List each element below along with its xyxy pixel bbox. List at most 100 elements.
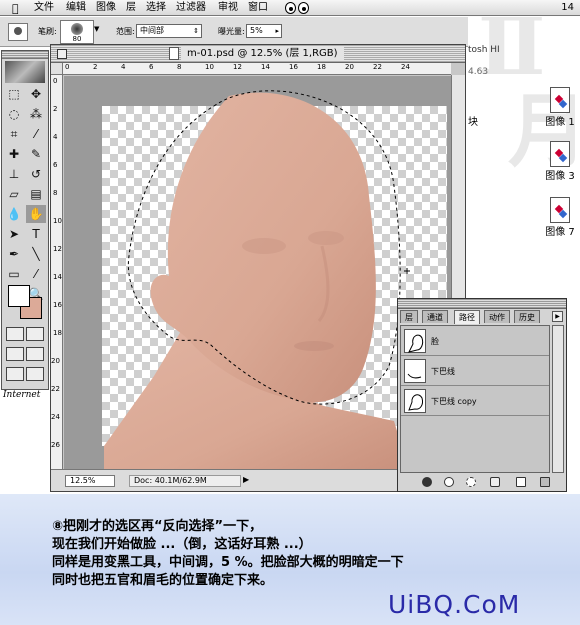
ruler-tick-label: 2 — [93, 63, 98, 71]
path-name: 脸 — [431, 337, 439, 346]
ruler-horizontal[interactable]: 0 2 4 6 8 10 12 14 16 18 20 22 24 — [63, 63, 451, 75]
ruler-tick-label: 16 — [53, 301, 62, 309]
menu-view[interactable]: 审视 — [218, 0, 238, 16]
background-text-tosh: tosh HI — [468, 45, 500, 55]
ruler-tick-label: 12 — [233, 63, 242, 71]
menu-select[interactable]: 选择 — [146, 0, 166, 16]
desktop-icon-image-3[interactable]: 图像 3 — [540, 141, 580, 182]
ruler-tick-label: 10 — [53, 217, 62, 225]
trash-icon[interactable] — [540, 477, 550, 487]
desktop-icon-image-1[interactable]: 图像 1 — [540, 87, 580, 128]
stamp-tool-icon[interactable]: ⊥ — [4, 165, 24, 183]
palette-scrollbar[interactable] — [552, 325, 564, 473]
ruler-tick-label: 2 — [53, 105, 58, 113]
tab-layers[interactable]: 层 — [400, 310, 418, 323]
marquee-tool-icon[interactable]: ⬚ — [4, 85, 24, 103]
blur-tool-icon[interactable]: 💧 — [4, 205, 24, 223]
standard-mode-icon[interactable] — [6, 327, 24, 341]
brush-picker[interactable]: 80 — [60, 20, 94, 44]
load-selection-icon[interactable] — [466, 477, 476, 487]
ruler-tick-label: 22 — [373, 63, 382, 71]
ruler-tick-label: 14 — [53, 273, 62, 281]
menu-window[interactable]: 窗口 — [248, 0, 268, 16]
shape-tool-icon[interactable]: ╲ — [26, 245, 46, 263]
range-label: 范围: — [116, 27, 135, 36]
fill-path-icon[interactable] — [422, 477, 432, 487]
desktop-icon-image-7[interactable]: 图像 7 — [540, 197, 580, 238]
tab-history[interactable]: 历史 — [514, 310, 540, 323]
menu-image[interactable]: 图像 — [96, 0, 116, 16]
lasso-tool-icon[interactable]: ◌ — [4, 105, 24, 123]
stroke-path-icon[interactable] — [444, 477, 454, 487]
make-work-path-icon[interactable] — [490, 477, 500, 487]
notes-tool-icon[interactable]: ▭ — [4, 265, 24, 283]
caption-line: ⑧把刚才的选区再“反向选择”一下， — [52, 519, 263, 534]
ruler-tick-label: 6 — [149, 63, 154, 71]
document-titlebar[interactable]: m-01.psd @ 12.5% (层 1,RGB) — [51, 45, 465, 63]
ruler-tick-label: 20 — [51, 357, 60, 365]
photoshop-logo[interactable] — [5, 61, 45, 83]
paths-palette: 层 通道 路径 动作 历史 ▶ 脸 下巴线 下巴线 copy — [397, 298, 567, 492]
tool-preset-icon[interactable] — [8, 23, 28, 41]
pen-tool-icon[interactable]: ✒ — [4, 245, 24, 263]
path-select-icon[interactable]: ➤ — [4, 225, 24, 243]
path-row[interactable]: 脸 — [401, 326, 549, 356]
menubar:  文件 编辑 图像 层 选择 过滤器 审视 窗口 14 — [0, 0, 580, 16]
eraser-tool-icon[interactable]: ▱ — [4, 185, 24, 203]
screen-mode-black-icon[interactable] — [6, 367, 24, 381]
doc-info[interactable]: Doc: 40.1M/62.9M — [129, 475, 241, 487]
ruler-tick-label: 22 — [51, 385, 60, 393]
ruler-tick-label: 14 — [261, 63, 270, 71]
gradient-tool-icon[interactable]: ▤ — [26, 185, 46, 203]
type-tool-icon[interactable]: T — [26, 225, 46, 243]
canvas-area[interactable] — [64, 76, 451, 471]
menu-filter[interactable]: 过滤器 — [176, 0, 206, 16]
desktop-background: Ⅱ 月 tosh HI 4.63 块 图像 1 图像 3 图像 7 — [468, 17, 580, 297]
palette-menu-icon[interactable]: ▶ — [552, 311, 563, 322]
menu-file[interactable]: 文件 — [34, 0, 54, 16]
eyes-icon — [285, 2, 311, 14]
apple-menu-icon[interactable]:  — [12, 1, 19, 17]
history-brush-icon[interactable]: ↺ — [26, 165, 46, 183]
jump-to-imageready-icon[interactable] — [26, 367, 44, 381]
toolbox-titlebar[interactable] — [2, 51, 48, 59]
brush-tool-icon[interactable]: ✎ — [26, 145, 46, 163]
range-select[interactable]: 中间部 ⇕ — [136, 24, 202, 38]
ruler-tick-label: 10 — [205, 63, 214, 71]
tab-channels[interactable]: 通道 — [422, 310, 448, 323]
document-icon — [169, 47, 179, 60]
palette-titlebar[interactable] — [398, 299, 566, 309]
path-row[interactable]: 下巴线 — [401, 356, 549, 386]
quickmask-mode-icon[interactable] — [26, 327, 44, 341]
magic-wand-icon[interactable]: ⁂ — [26, 105, 46, 123]
foreground-color-swatch[interactable] — [8, 285, 30, 307]
healing-brush-icon[interactable]: ✚ — [4, 145, 24, 163]
ruler-origin[interactable] — [51, 63, 63, 75]
options-bar: 笔刷: 80 ▼ 范围: 中间部 ⇕ 曝光量: 5% ▸ — [0, 17, 470, 47]
desktop-icon-label: 图像 7 — [545, 227, 575, 238]
screen-mode-standard-icon[interactable] — [6, 347, 24, 361]
close-icon[interactable] — [57, 49, 67, 59]
zoom-field[interactable]: 12.5% — [65, 475, 115, 487]
slice-tool-icon[interactable]: ⁄ — [26, 125, 46, 143]
tab-actions[interactable]: 动作 — [484, 310, 510, 323]
screen-mode-full-icon[interactable] — [26, 347, 44, 361]
menu-edit[interactable]: 编辑 — [66, 0, 86, 16]
document-title: m-01.psd @ 12.5% (层 1,RGB) — [181, 47, 344, 61]
burn-tool-icon[interactable]: ✋ — [26, 205, 46, 223]
range-arrows-icon: ⇕ — [193, 27, 199, 35]
brush-dropdown-icon[interactable]: ▼ — [94, 25, 99, 33]
brush-tip-icon — [71, 23, 83, 35]
path-row[interactable]: 下巴线 copy — [401, 386, 549, 416]
menu-layer[interactable]: 层 — [126, 0, 136, 16]
exposure-field[interactable]: 5% ▸ — [246, 24, 282, 38]
ruler-tick-label: 16 — [289, 63, 298, 71]
eyedropper-icon[interactable]: ⁄ — [26, 265, 46, 283]
tab-paths[interactable]: 路径 — [454, 310, 480, 324]
crop-tool-icon[interactable]: ⌗ — [4, 125, 24, 143]
new-path-icon[interactable] — [516, 477, 526, 487]
ruler-vertical[interactable]: 0 2 4 6 8 10 12 14 16 18 20 22 24 26 — [51, 75, 63, 471]
info-menu-arrow-icon[interactable]: ▶ — [243, 475, 249, 484]
move-tool-icon[interactable]: ✥ — [26, 85, 46, 103]
site-watermark: UiBQ.CoM — [388, 590, 521, 619]
